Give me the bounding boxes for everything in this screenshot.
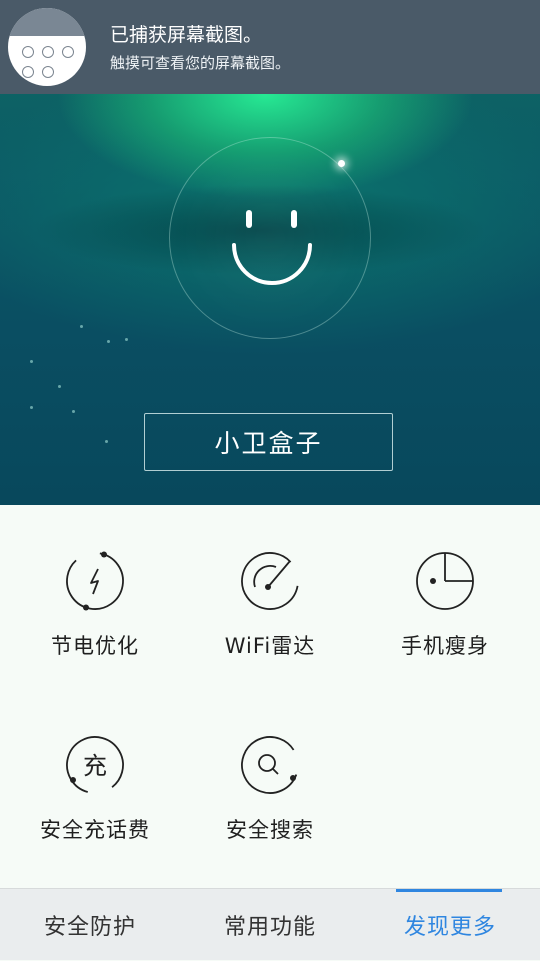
tab-common-functions[interactable]: 常用功能 — [180, 889, 360, 961]
smiley-face-icon — [232, 210, 312, 285]
tab-security-protection[interactable]: 安全防护 — [0, 889, 180, 961]
tool-safe-recharge[interactable]: 充 安全充话费 — [5, 733, 185, 844]
tool-phone-cleanup[interactable]: 手机瘦身 — [355, 549, 535, 660]
screenshot-notification[interactable]: 已捕获屏幕截图。 触摸可查看您的屏幕截图。 — [0, 0, 540, 94]
notification-title: 已捕获屏幕截图。 — [110, 24, 263, 46]
tool-label: 安全充话费 — [40, 818, 150, 842]
screenshot-thumbnail — [8, 8, 86, 86]
recharge-icon: 充 — [66, 736, 124, 794]
search-icon — [241, 736, 299, 794]
recharge-glyph: 充 — [83, 752, 107, 780]
guard-box-button[interactable]: 小卫盒子 — [144, 413, 393, 471]
tool-label: 手机瘦身 — [401, 634, 489, 658]
notification-subtitle: 触摸可查看您的屏幕截图。 — [110, 54, 291, 72]
tab-discover-more[interactable]: 发现更多 — [360, 889, 540, 961]
tool-power-saving[interactable]: 节电优化 — [5, 549, 185, 660]
ring-highlight-dot — [338, 160, 345, 167]
active-tab-indicator — [396, 889, 502, 892]
lightning-icon — [66, 551, 124, 611]
tool-label: 节电优化 — [51, 634, 139, 658]
tools-grid: 节电优化 WiFi雷达 手机瘦身 充 安全充话费 安全搜索 — [0, 505, 540, 888]
tool-safe-search[interactable]: 安全搜索 — [180, 733, 360, 844]
bottom-nav: 安全防护 常用功能 发现更多 — [0, 888, 540, 960]
radar-gauge-icon — [241, 552, 299, 610]
pie-clock-icon — [416, 552, 474, 610]
tool-label: WiFi雷达 — [224, 634, 316, 658]
tool-label: 安全搜索 — [226, 818, 314, 842]
tool-wifi-radar[interactable]: WiFi雷达 — [180, 549, 360, 660]
